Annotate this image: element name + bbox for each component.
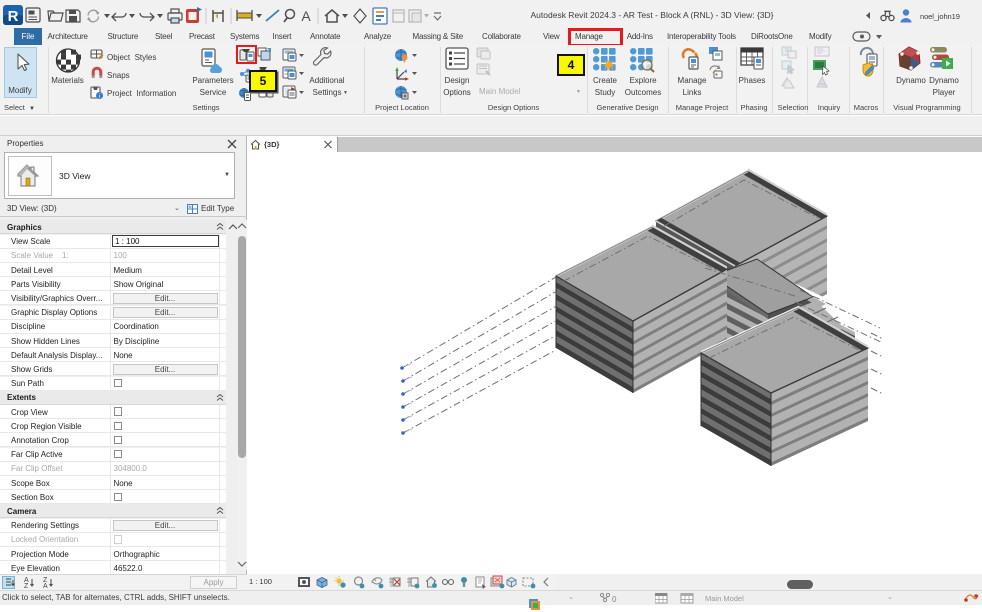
svg-text:i: i — [99, 94, 100, 100]
svg-text:0: 0 — [612, 595, 617, 604]
svg-text:Z: Z — [24, 583, 29, 590]
svg-text:R: R — [8, 8, 19, 25]
svg-text:A: A — [43, 583, 48, 590]
svg-text:A: A — [301, 8, 311, 24]
